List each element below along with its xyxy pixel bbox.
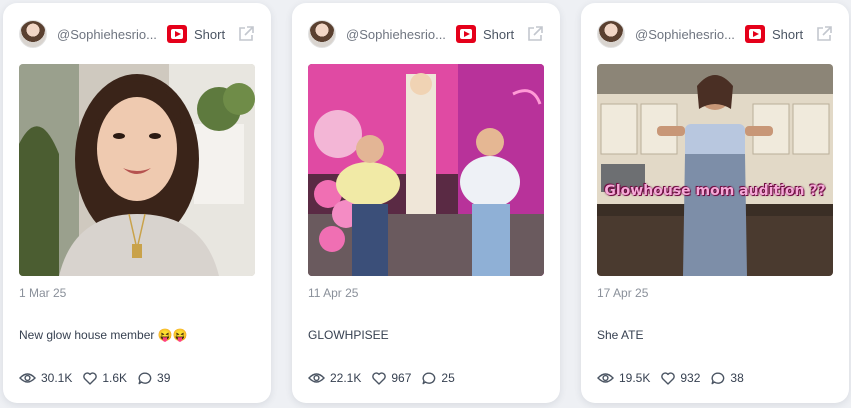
views-stat: 22.1K — [308, 371, 361, 385]
post-date: 1 Mar 25 — [19, 286, 67, 300]
comments-stat: 38 — [711, 371, 744, 385]
youtube-icon — [167, 25, 187, 43]
likes-count: 932 — [680, 371, 701, 385]
post-caption: New glow house member 😝😝 — [19, 328, 188, 342]
post-type-label: Short — [483, 26, 515, 42]
comment-icon — [711, 371, 725, 384]
post-stats: 19.5K 932 38 — [597, 371, 755, 385]
avatar[interactable] — [597, 20, 625, 48]
eye-icon — [19, 373, 36, 383]
post-caption: She ATE — [597, 328, 644, 342]
channel-handle[interactable]: @Sophiehesrio... — [57, 27, 161, 42]
post-card[interactable]: @Sophiehesrio... Short 1 Mar 25 New glow… — [3, 3, 271, 403]
heart-icon — [83, 371, 98, 385]
views-count: 19.5K — [619, 371, 651, 385]
comments-count: 38 — [730, 371, 744, 385]
post-type-label: Short — [772, 26, 804, 42]
post-stats: 30.1K 1.6K 39 — [19, 371, 181, 385]
post-caption: GLOWHPISEE — [308, 328, 389, 342]
youtube-icon — [745, 25, 765, 43]
views-count: 22.1K — [330, 371, 362, 385]
video-thumbnail[interactable]: Glowhouse mom audition ?? — [597, 64, 833, 276]
post-date: 11 Apr 25 — [308, 286, 359, 300]
card-header: @Sophiehesrio... Short — [597, 19, 833, 49]
youtube-icon — [456, 25, 476, 43]
eye-icon — [308, 373, 325, 383]
external-link-icon[interactable] — [526, 25, 544, 43]
post-card[interactable]: @Sophiehesrio... Short Glowhouse mom aud… — [581, 3, 849, 403]
likes-stat: 932 — [661, 371, 700, 385]
eye-icon — [597, 373, 614, 383]
avatar[interactable] — [19, 20, 47, 48]
channel-handle[interactable]: @Sophiehesrio... — [346, 27, 450, 42]
comment-icon — [422, 371, 436, 384]
post-card[interactable]: @Sophiehesrio... Short 11 Apr 25 GLOWHPI… — [292, 3, 560, 403]
comments-stat: 25 — [422, 371, 455, 385]
likes-stat: 967 — [372, 371, 411, 385]
external-link-icon[interactable] — [815, 25, 833, 43]
comments-count: 25 — [441, 371, 455, 385]
post-type-label: Short — [194, 26, 226, 42]
comment-icon — [138, 371, 152, 384]
likes-count: 967 — [391, 371, 412, 385]
external-link-icon[interactable] — [237, 25, 255, 43]
heart-icon — [661, 371, 676, 385]
comments-count: 39 — [157, 371, 171, 385]
views-stat: 19.5K — [597, 371, 650, 385]
card-header: @Sophiehesrio... Short — [308, 19, 544, 49]
video-thumbnail[interactable] — [308, 64, 544, 276]
views-stat: 30.1K — [19, 371, 72, 385]
likes-stat: 1.6K — [83, 371, 127, 385]
channel-handle[interactable]: @Sophiehesrio... — [635, 27, 739, 42]
card-header: @Sophiehesrio... Short — [19, 19, 255, 49]
thumbnail-overlay-text: Glowhouse mom audition ?? — [604, 183, 826, 199]
heart-icon — [372, 371, 387, 385]
post-date: 17 Apr 25 — [597, 286, 649, 300]
comments-stat: 39 — [138, 371, 170, 385]
post-stats: 22.1K 967 25 — [308, 371, 466, 385]
avatar[interactable] — [308, 20, 336, 48]
video-thumbnail[interactable] — [19, 64, 255, 276]
likes-count: 1.6K — [102, 371, 128, 385]
views-count: 30.1K — [41, 371, 73, 385]
